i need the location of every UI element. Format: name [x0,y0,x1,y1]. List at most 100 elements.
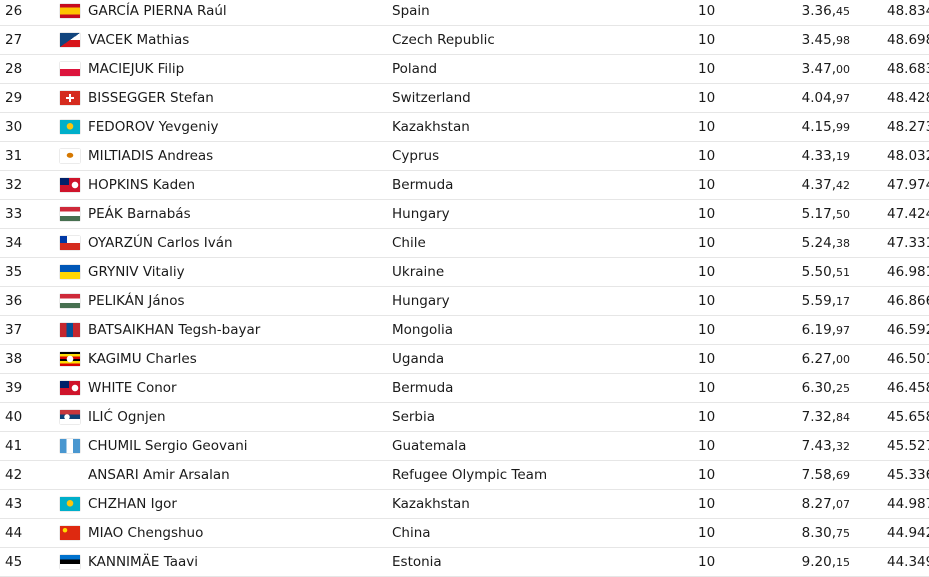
time-behind: 6.27,00 [802,351,850,367]
rank: 30 [5,119,23,135]
rank: 38 [5,351,23,367]
athlete-name[interactable]: ILIĆ Ognjen [88,409,166,425]
time-main: 7.58, [801,467,836,483]
rank: 26 [5,3,23,19]
points: 48.273 [887,119,929,135]
country: Kazakhstan [392,119,470,135]
rank: 40 [5,409,23,425]
athlete-name[interactable]: BISSEGGER Stefan [88,90,214,106]
time-behind: 4.15,99 [802,119,850,135]
time-fraction: 19 [836,150,850,163]
table-row[interactable]: 33 PEÁK Barnabás Hungary 10 5.17,50 47.424 [0,200,929,229]
athlete-name[interactable]: MILTIADIS Andreas [88,148,213,164]
time-main: 4.37, [801,177,836,193]
switzerland-flag-icon [60,91,80,105]
points: 47.424 [887,206,929,222]
time-main: 4.15, [801,119,836,135]
athlete-name[interactable]: MIAO Chengshuo [88,525,203,541]
points: 46.458 [887,380,929,396]
table-row[interactable]: 30 FEDOROV Yevgeniy Kazakhstan 10 4.15,99 48.… [0,113,929,142]
bermuda-flag-icon [60,381,80,395]
athlete-name[interactable]: VACEK Mathias [88,32,189,48]
kazakhstan-flag-icon [60,120,80,134]
uganda-flag-icon [60,352,80,366]
athlete-name[interactable]: GRYNIV Vitaliy [88,264,185,280]
points: 46.592 [887,322,929,338]
time-behind: 8.27,07 [802,496,850,512]
time-fraction: 51 [836,266,850,279]
athlete-name[interactable]: KANNIMÄE Taavi [88,554,198,570]
points: 45.527 [887,438,929,454]
table-row[interactable]: 41 CHUMIL Sergio Geovani Guatemala 10 7.43,3… [0,432,929,461]
rank: 36 [5,293,23,309]
rank: 33 [5,206,23,222]
athlete-name[interactable]: PELIKÁN János [88,293,185,309]
country: Uganda [392,351,445,367]
points: 46.981 [887,264,929,280]
points: 44.942 [887,525,929,541]
country: Bermuda [392,380,454,396]
points: 45.658 [887,409,929,425]
laps: 10 [698,264,716,280]
laps: 10 [698,3,716,19]
laps: 10 [698,90,716,106]
table-row[interactable]: 36 PELIKÁN János Hungary 10 5.59,17 46.866 [0,287,929,316]
table-row[interactable]: 29 BISSEGGER Stefan Switzerland 10 4.04,97 48… [0,84,929,113]
table-row[interactable]: 26 GARCÍA PIERNA Raúl Spain 10 3.36,45 48.834 [0,0,929,26]
laps: 10 [698,61,716,77]
rank: 44 [5,525,23,541]
laps: 10 [698,554,716,570]
table-row[interactable]: 28 MACIEJUK Filip Poland 10 3.47,00 48.683 [0,55,929,84]
athlete-name[interactable]: FEDOROV Yevgeniy [88,119,219,135]
china-flag-icon [60,526,80,540]
time-behind: 9.20,15 [802,554,850,570]
rank: 29 [5,90,23,106]
athlete-name[interactable]: KAGIMU Charles [88,351,197,367]
table-row[interactable]: 40 ILIĆ Ognjen Serbia 10 7.32,84 45.658 [0,403,929,432]
time-fraction: 00 [836,353,850,366]
table-row[interactable]: 39 WHITE Conor Bermuda 10 6.30,25 46.458 [0,374,929,403]
country: Serbia [392,409,436,425]
table-row[interactable]: 42 ANSARI Amir Arsalan Refugee Olympic Tea… [0,461,929,490]
rank: 37 [5,322,23,338]
athlete-name[interactable]: WHITE Conor [88,380,177,396]
table-row[interactable]: 35 GRYNIV Vitaliy Ukraine 10 5.50,51 46.981 [0,258,929,287]
athlete-name[interactable]: ANSARI Amir Arsalan [88,467,230,483]
table-row[interactable]: 27 VACEK Mathias Czech Republic 10 3.45,98 48… [0,26,929,55]
time-main: 3.47, [801,61,836,77]
table-row[interactable]: 31 MILTIADIS Andreas Cyprus 10 4.33,19 48.032 [0,142,929,171]
athlete-name[interactable]: PEÁK Barnabás [88,206,191,222]
laps: 10 [698,409,716,425]
laps: 10 [698,351,716,367]
table-row[interactable]: 37 BATSAIKHAN Tegsh-bayar Mongolia 10 6.19,9… [0,316,929,345]
athlete-name[interactable]: CHZHAN Igor [88,496,177,512]
time-fraction: 45 [836,5,850,18]
athlete-name[interactable]: CHUMIL Sergio Geovani [88,438,248,454]
time-behind: 5.17,50 [802,206,850,222]
athlete-name[interactable]: HOPKINS Kaden [88,177,195,193]
time-fraction: 00 [836,63,850,76]
athlete-name[interactable]: OYARZÚN Carlos Iván [88,235,233,251]
laps: 10 [698,177,716,193]
athlete-name[interactable]: GARCÍA PIERNA Raúl [88,3,227,19]
table-row[interactable]: 44 MIAO Chengshuo China 10 8.30,75 44.942 [0,519,929,548]
time-fraction: 97 [836,324,850,337]
athlete-name[interactable]: BATSAIKHAN Tegsh-bayar [88,322,260,338]
time-behind: 6.30,25 [802,380,850,396]
time-main: 6.27, [801,351,836,367]
time-fraction: 97 [836,92,850,105]
time-behind: 5.24,38 [802,235,850,251]
country: Estonia [392,554,442,570]
points: 44.987 [887,496,929,512]
rank: 45 [5,554,23,570]
points: 46.501 [887,351,929,367]
table-row[interactable]: 32 HOPKINS Kaden Bermuda 10 4.37,42 47.974 [0,171,929,200]
points: 44.349 [887,554,929,570]
athlete-name[interactable]: MACIEJUK Filip [88,61,184,77]
laps: 10 [698,525,716,541]
table-row[interactable]: 43 CHZHAN Igor Kazakhstan 10 8.27,07 44.987 [0,490,929,519]
table-row[interactable]: 34 OYARZÚN Carlos Iván Chile 10 5.24,38 47.33… [0,229,929,258]
time-behind: 7.32,84 [802,409,850,425]
table-row[interactable]: 38 KAGIMU Charles Uganda 10 6.27,00 46.501 [0,345,929,374]
time-main: 9.20, [801,554,836,570]
